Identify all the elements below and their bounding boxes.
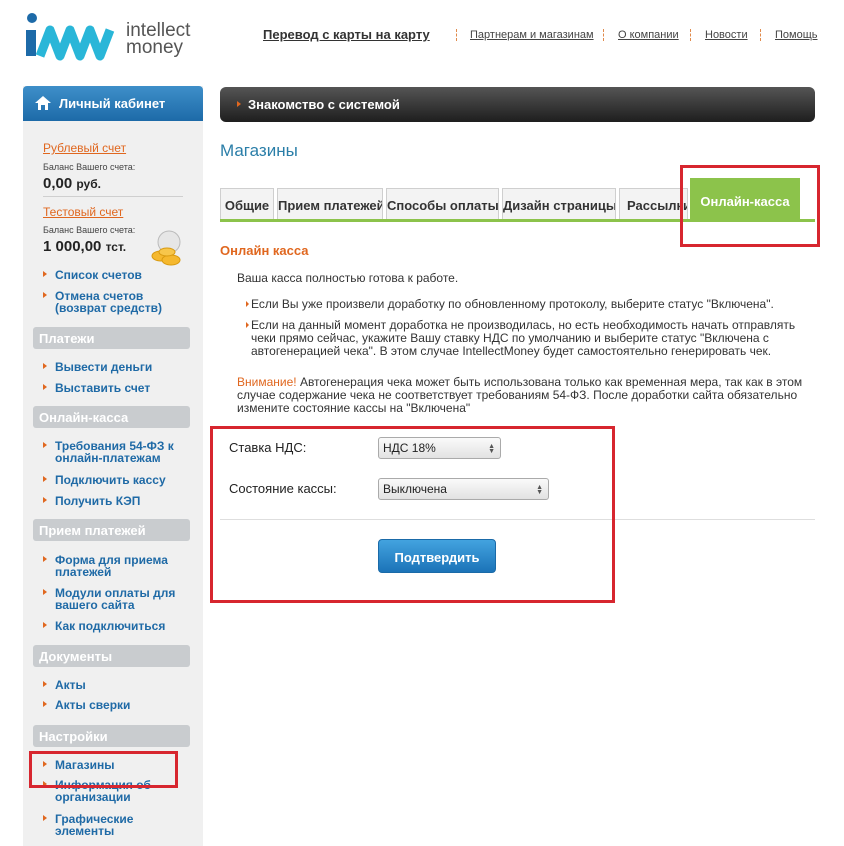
- test-balance-unit: тст.: [105, 240, 127, 254]
- tab-payment-methods[interactable]: Способы оплаты: [386, 188, 499, 219]
- sidebar-item-invoice[interactable]: Выставить счет: [43, 382, 193, 394]
- intro-label: Знакомство с системой: [248, 97, 400, 112]
- nav-link-help[interactable]: Помощь: [775, 29, 818, 41]
- coins-icon: [151, 230, 181, 266]
- ruble-balance-value: 0,00: [43, 175, 73, 192]
- ruble-balance: 0,00 руб.: [43, 175, 101, 192]
- nav-link-news[interactable]: Новости: [705, 29, 748, 41]
- warning-word: Внимание!: [237, 375, 297, 389]
- sidebar-item-get-kep[interactable]: Получить КЭП: [43, 495, 193, 507]
- top-navigation: Перевод с карты на карту Партнерам и маг…: [263, 27, 823, 45]
- tab-general[interactable]: Общие: [220, 188, 274, 219]
- home-icon: [35, 96, 51, 110]
- sidebar-item-accounts-list[interactable]: Список счетов: [43, 269, 193, 281]
- sidebar-item-withdraw[interactable]: Вывести деньги: [43, 361, 193, 373]
- ruble-balance-unit: руб.: [76, 177, 101, 191]
- sidebar-item-connect-cashbox[interactable]: Подключить кассу: [43, 474, 193, 486]
- brand-line-2: money: [126, 37, 184, 58]
- nav-separator: [456, 29, 457, 41]
- section-title: Онлайн касса: [220, 243, 309, 258]
- sidebar-item-reconciliation-acts[interactable]: Акты сверки: [43, 699, 193, 711]
- balance-label: Баланс Вашего счета:: [43, 162, 136, 172]
- ready-text: Ваша касса полностью готова к работе.: [237, 271, 459, 285]
- sidebar-item-54fz-requirements[interactable]: Требования 54-ФЗ к онлайн-платежам: [43, 440, 193, 464]
- nav-separator: [690, 29, 691, 41]
- sidebar-item-how-to-connect[interactable]: Как подключиться: [43, 620, 193, 632]
- nav-link-about[interactable]: О компании: [618, 29, 679, 41]
- warning-body: Автогенерация чека может быть использова…: [237, 375, 803, 415]
- sidebar-item-payment-form[interactable]: Форма для приема платежей: [43, 554, 193, 578]
- sidebar: Личный кабинет Рублевый счет Баланс Ваше…: [23, 86, 203, 846]
- test-balance-value: 1 000,00: [43, 238, 102, 255]
- test-account-link[interactable]: Тестовый счет: [43, 205, 123, 219]
- section-settings: Настройки: [33, 725, 190, 747]
- bullet-enabled: Если Вы уже произвели доработку по обнов…: [237, 298, 807, 311]
- sidebar-title: Личный кабинет: [59, 96, 166, 111]
- tab-payment-acceptance[interactable]: Прием платежей: [277, 188, 383, 219]
- arrow-right-icon: [237, 101, 241, 107]
- annotation-box-tab: [680, 165, 820, 247]
- test-balance: 1 000,00 тст.: [43, 238, 126, 255]
- tab-mailings[interactable]: Рассылки: [619, 188, 688, 219]
- sidebar-header[interactable]: Личный кабинет: [23, 86, 203, 121]
- tab-page-design[interactable]: Дизайн страницы: [502, 188, 616, 219]
- nav-link-partners[interactable]: Партнерам и магазинам: [470, 29, 594, 41]
- sidebar-item-graphic-elements[interactable]: Графические элементы: [43, 813, 193, 837]
- nav-separator: [603, 29, 604, 41]
- section-payments: Платежи: [33, 327, 190, 349]
- ruble-account-link[interactable]: Рублевый счет: [43, 141, 126, 155]
- annotation-box-shops: [29, 751, 178, 788]
- sidebar-item-acts[interactable]: Акты: [43, 679, 193, 691]
- section-payment-acceptance: Прием платежей: [33, 519, 190, 541]
- balance-label: Баланс Вашего счета:: [43, 225, 136, 235]
- section-online-cashbox: Онлайн-касса: [33, 406, 190, 428]
- sidebar-item-payment-modules[interactable]: Модули оплаты для вашего сайта: [43, 587, 193, 611]
- bullet-autogeneration: Если на данный момент доработка не произ…: [237, 319, 817, 358]
- brand-name: intellect money: [126, 21, 190, 58]
- divider: [43, 196, 183, 197]
- section-documents: Документы: [33, 645, 190, 667]
- card-to-card-link[interactable]: Перевод с карты на карту: [263, 27, 430, 42]
- sidebar-item-cancel-invoices[interactable]: Отмена счетов (возврат средств): [43, 290, 193, 314]
- header: intellect money Перевод с карты на карту…: [0, 0, 844, 75]
- annotation-box-form: [210, 426, 615, 603]
- nav-separator: [760, 29, 761, 41]
- page-title: Магазины: [220, 141, 298, 160]
- intro-bar[interactable]: Знакомство с системой: [220, 87, 815, 122]
- warning-text: Внимание! Автогенерация чека может быть …: [237, 376, 815, 415]
